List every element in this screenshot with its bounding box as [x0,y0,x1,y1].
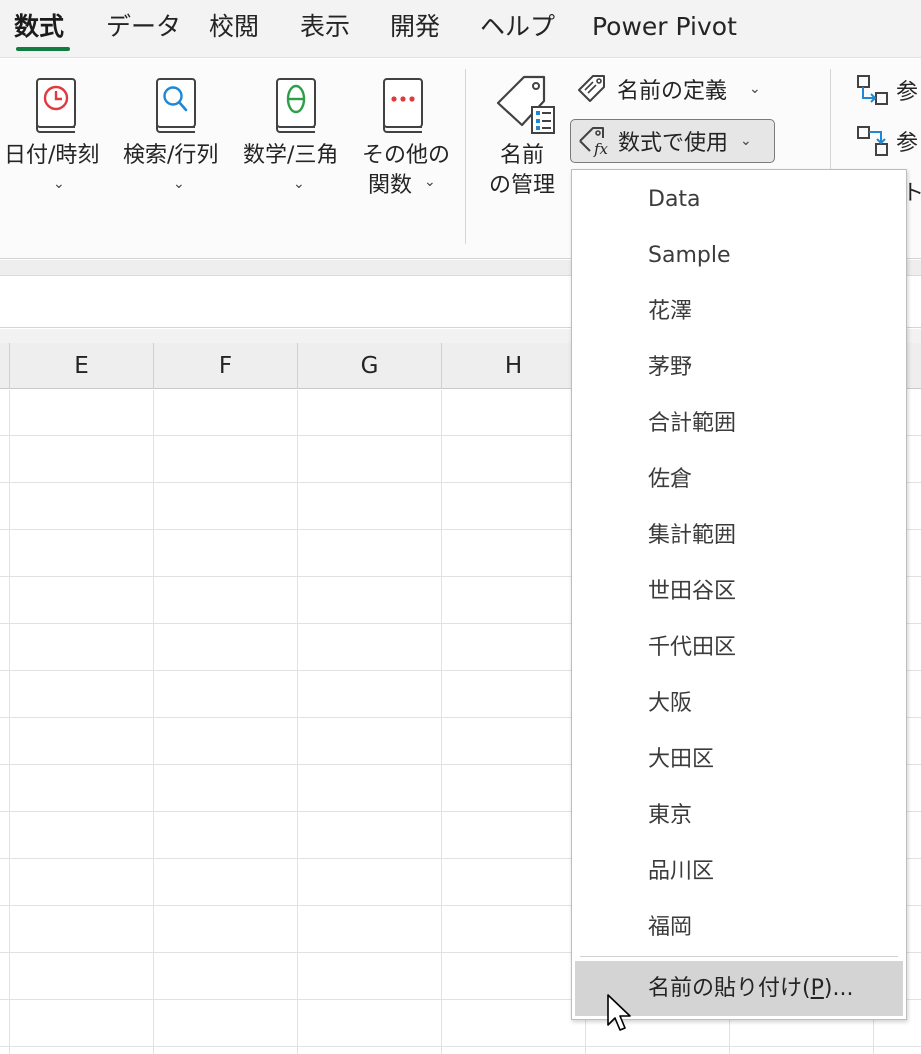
trace-dependents-icon [857,126,888,156]
use-in-formula-button[interactable]: fx 数式で使用 ⌄ [570,119,775,163]
mouse-pointer-icon [607,994,631,1031]
menu-item-name[interactable]: 世田谷区 [572,564,906,620]
chevron-down-icon: ⌄ [424,174,436,190]
tab-review[interactable]: 校閲 [209,10,259,44]
theta-book-icon [276,78,316,133]
name-manager-label-1: 名前 [500,143,545,168]
date-time-label: 日付/時刻 [4,143,100,168]
define-name-label: 名前の定義 [617,79,728,104]
use-in-formula-dropdown: Data Sample 花澤 茅野 合計範囲 佐倉 集計範囲 世田谷区 千代田区… [571,169,907,1020]
tab-data[interactable]: データ [106,10,181,44]
menu-item-name[interactable]: 佐倉 [572,452,906,508]
chevron-down-icon: ⌄ [293,176,305,192]
menu-item-name[interactable]: 福岡 [572,900,906,956]
menu-item-name[interactable]: 集計範囲 [572,508,906,564]
menu-divider [580,956,898,957]
menu-item-name[interactable]: 花澤 [572,284,906,340]
trace-precedents-icon [857,75,888,105]
ribbon-group-separator [465,69,466,244]
more-dots-book-icon [383,78,423,133]
svg-text:fx: fx [593,140,609,157]
menu-item-name[interactable]: 千代田区 [572,620,906,676]
menu-item-name[interactable]: 品川区 [572,844,906,900]
fx-tag-icon: fx [579,127,609,157]
math-trig-label: 数学/三角 [243,143,339,168]
menu-item-name[interactable]: 大阪 [572,676,906,732]
menu-item-name[interactable]: 合計範囲 [572,396,906,452]
column-header-d[interactable] [0,343,10,389]
paste-names-mnemonic: P [810,976,824,1001]
tab-formulas[interactable]: 数式 [14,10,64,44]
clock-book-icon [36,78,76,133]
column-header-f[interactable]: F [154,343,298,389]
chevron-down-icon: ⌄ [53,176,65,192]
chevron-down-icon: ⌄ [749,81,761,97]
menu-item-name[interactable]: Sample [572,228,906,284]
tag-icon [578,75,605,102]
use-in-formula-label: 数式で使用 [618,131,729,156]
tab-help[interactable]: ヘルプ [480,10,555,44]
trace-precedents-label: 参 [896,80,919,105]
tab-view[interactable]: 表示 [300,10,350,44]
magnifier-book-icon [156,78,196,133]
tab-power-pivot[interactable]: Power Pivot [592,10,737,44]
more-functions-label-1: その他の [362,143,451,168]
more-functions-label-2: 関数 [368,173,413,198]
paste-names-suffix: )... [823,976,854,1001]
name-tag-manager-icon [496,75,555,134]
tab-developer[interactable]: 開発 [390,10,440,44]
trace-dependents-button[interactable]: 参 [856,124,918,158]
trace-dependents-label: 参 [896,131,919,156]
menu-item-name[interactable]: 大田区 [572,732,906,788]
column-header-e[interactable]: E [10,343,154,389]
menu-item-name[interactable]: 東京 [572,788,906,844]
column-header-h[interactable]: H [442,343,586,389]
chevron-down-icon: ⌄ [173,176,185,192]
column-header-g[interactable]: G [298,343,442,389]
trace-precedents-button[interactable]: 参 [856,73,918,107]
paste-names-label: 名前の貼り付け( [648,976,811,1001]
name-manager-label-2: の管理 [489,173,556,198]
chevron-down-icon: ⌄ [740,133,752,149]
lookup-reference-label: 検索/行列 [123,143,219,168]
menu-item-name[interactable]: 茅野 [572,340,906,396]
ribbon-tab-bar: 数式 データ 校閲 表示 開発 ヘルプ Power Pivot [0,0,921,58]
define-name-button[interactable]: 名前の定義 ⌄ [576,67,761,111]
active-tab-indicator [16,47,70,51]
menu-item-name[interactable]: Data [572,172,906,228]
